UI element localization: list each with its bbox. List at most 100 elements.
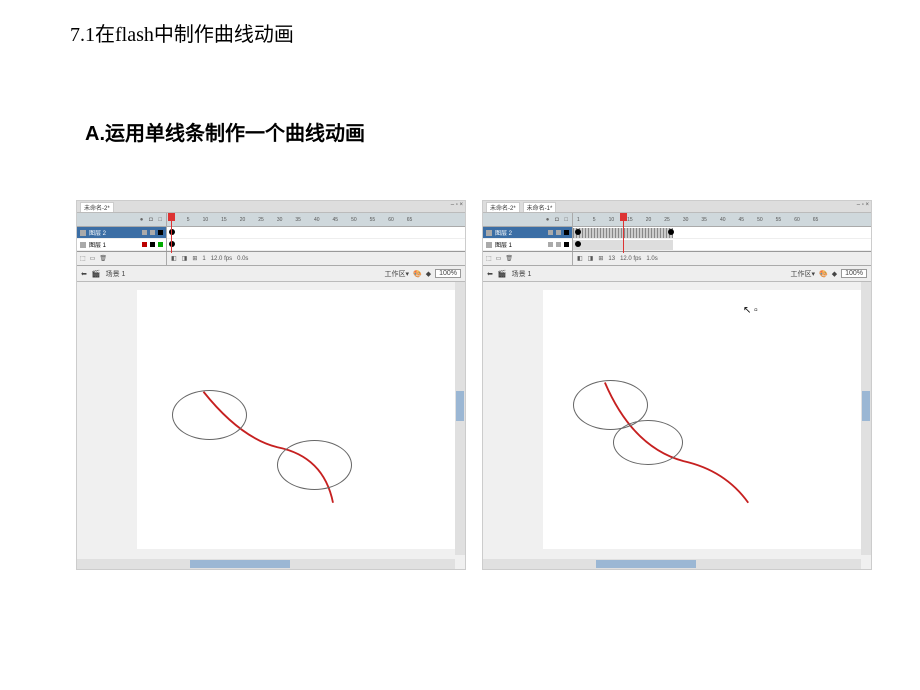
dot-icon [556,230,561,235]
timeline-layers: 图层 2 图层 1 [77,227,465,252]
ruler-tick: 30 [683,217,689,223]
onion-skin-icon[interactable]: ◨ [182,255,188,262]
keyframe-icon[interactable] [575,241,581,247]
window-controls[interactable]: – ▫ × [451,202,463,208]
visibility-lock-icons[interactable]: ● ◘ □ [546,217,570,223]
dot-icon [158,242,163,247]
elapsed-time: 1.0s [646,256,657,262]
timeline-header: ● ◘ □ 1 5 10 15 20 25 30 35 40 45 50 55 … [483,213,871,227]
stage[interactable]: ↖ [77,282,465,569]
sub-heading-text: 运用单线条制作一个曲线动画 [105,123,365,145]
flash-window: 未命名-2* – ▫ × ● ◘ □ 1 5 10 15 20 25 30 35… [76,200,466,570]
document-tab[interactable]: 未命名-2* [486,202,520,212]
scene-chooser-icon[interactable]: 🎨 [413,270,422,278]
document-tab[interactable]: 未命名-1* [523,202,557,212]
layer-buttons[interactable]: ⬚ ▭ 🗑 [483,252,573,265]
dot-icon [564,242,569,247]
section-heading: 7.1在flash中制作曲线动画 [70,18,294,47]
back-icon[interactable]: ⬅ [487,270,493,278]
ruler-tick: 15 [627,217,633,223]
ruler-tick: 65 [407,217,413,223]
workspace-dropdown[interactable]: 工作区▾ [790,269,815,279]
new-folder-icon[interactable]: ▭ [90,255,96,262]
symbol-chooser-icon[interactable]: ◆ [426,270,431,278]
ruler-tick: 25 [258,217,264,223]
layer-row[interactable]: 图层 2 [77,227,166,239]
keyframe-icon[interactable] [575,229,581,235]
layers-column: 图层 2 图层 1 [77,227,167,251]
dot-icon [564,230,569,235]
vertical-scrollbar[interactable] [455,282,465,555]
flash-screenshot-right: 未命名-2* 未命名-1* – ▫ × ● ◘ □ 1 5 10 15 20 2… [482,200,872,570]
zoom-level[interactable]: 100% [841,269,867,278]
scrollbar-thumb[interactable] [456,391,464,421]
back-icon[interactable]: ⬅ [81,270,87,278]
layer-row[interactable]: 图层 1 [483,239,572,251]
frames-column[interactable] [573,227,871,251]
workspace-dropdown[interactable]: 工作区▾ [384,269,409,279]
playhead[interactable] [623,213,624,253]
playback-info: ◧ ◨ ⊞ 13 12.0 fps 1.0s [573,255,871,262]
scrollbar-thumb[interactable] [862,391,870,421]
ruler-tick: 10 [203,217,209,223]
layer-name: 图层 1 [495,240,512,249]
frame-ruler[interactable]: 1 5 10 15 20 25 30 35 40 45 50 55 60 65 [573,213,871,226]
scene-name[interactable]: 场景 1 [106,269,126,279]
new-layer-icon[interactable]: ⬚ [80,255,86,262]
center-icon[interactable]: ⊞ [598,255,603,262]
scene-name[interactable]: 场景 1 [512,269,532,279]
ruler-tick: 1 [577,217,580,223]
window-controls[interactable]: – ▫ × [857,202,869,208]
visibility-lock-icons[interactable]: ● ◘ □ [140,217,164,223]
keyframe-icon[interactable] [169,229,175,235]
zoom-level[interactable]: 100% [435,269,461,278]
scene-chooser-icon[interactable]: 🎨 [819,270,828,278]
document-tab[interactable]: 未命名-2* [80,202,114,212]
keyframe-icon[interactable] [169,241,175,247]
ruler-tick: 20 [646,217,652,223]
flash-screenshot-left: 未命名-2* – ▫ × ● ◘ □ 1 5 10 15 20 25 30 35… [76,200,466,570]
canvas[interactable]: ↖ [137,290,455,549]
frame-row [573,239,871,251]
center-icon[interactable]: ⊞ [192,255,197,262]
layer-buttons[interactable]: ⬚ ▭ 🗑 [77,252,167,265]
delete-layer-icon[interactable]: 🗑 [99,255,107,262]
onion-skin-icon[interactable]: ◨ [588,255,594,262]
canvas[interactable]: ↖ ▫ [543,290,861,549]
onion-skin-icon[interactable]: ◧ [577,255,583,262]
annotation-oval [172,390,247,440]
playhead[interactable] [171,213,172,253]
ruler-tick: 60 [388,217,394,223]
layer-row[interactable]: 图层 1 [77,239,166,251]
frame-row [573,227,871,239]
new-folder-icon[interactable]: ▭ [496,255,502,262]
dot-icon [150,230,155,235]
new-layer-icon[interactable]: ⬚ [486,255,492,262]
scene-icon: 🎬 [92,270,101,278]
vertical-scrollbar[interactable] [861,282,871,555]
layer-name: 图层 2 [89,228,106,237]
ruler-tick: 55 [370,217,376,223]
layer-header-icons: ● ◘ □ [483,213,573,226]
annotation-oval [277,440,352,490]
frames-column[interactable] [167,227,465,251]
layer-row[interactable]: 图层 2 [483,227,572,239]
frame-ruler[interactable]: 1 5 10 15 20 25 30 35 40 45 50 55 60 65 [167,213,465,226]
ruler-tick: 40 [720,217,726,223]
layer-status-dots [548,230,569,235]
horizontal-scrollbar[interactable] [77,559,455,569]
layers-column: 图层 2 图层 1 [483,227,573,251]
onion-skin-icon[interactable]: ◧ [171,255,177,262]
scrollbar-thumb[interactable] [190,560,290,568]
horizontal-scrollbar[interactable] [483,559,861,569]
ruler-tick: 65 [813,217,819,223]
delete-layer-icon[interactable]: 🗑 [505,255,513,262]
scrollbar-thumb[interactable] [596,560,696,568]
symbol-chooser-icon[interactable]: ◆ [832,270,837,278]
keyframe-icon[interactable] [668,229,674,235]
stage[interactable]: ↖ ▫ [483,282,871,569]
ruler-tick: 5 [593,217,596,223]
edit-bar: ⬅ 🎬 场景 1 工作区▾ 🎨 ◆ 100% [483,266,871,282]
ruler-tick: 45 [333,217,339,223]
frame-row [167,227,465,239]
